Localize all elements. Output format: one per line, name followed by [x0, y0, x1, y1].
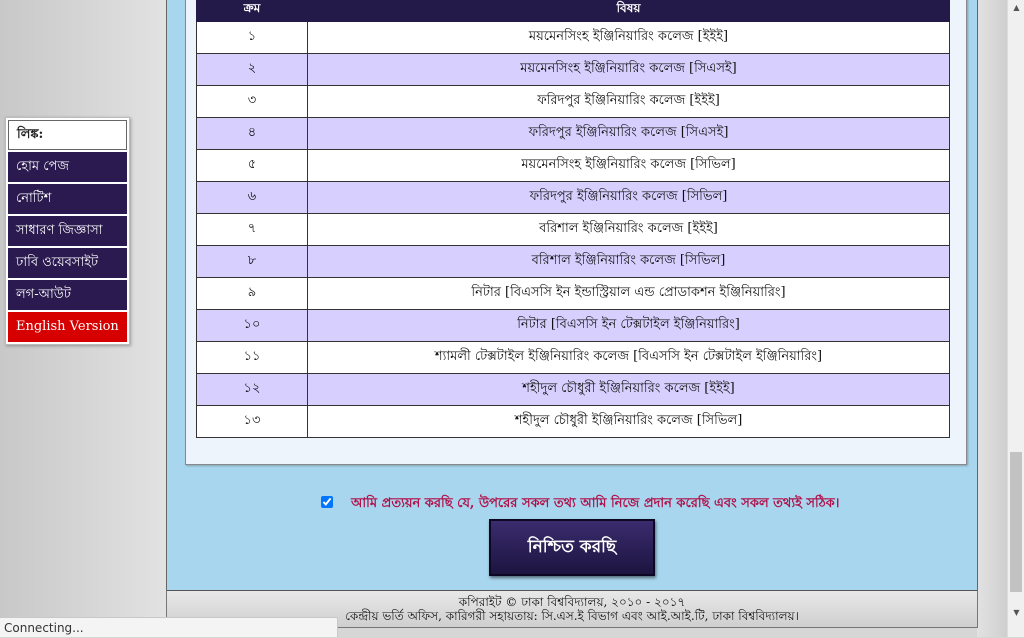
- serial-cell: ১১: [196, 341, 308, 374]
- scroll-thumb[interactable]: [1010, 452, 1022, 592]
- link-du-website[interactable]: ঢাবি ওয়েবসাইট: [8, 248, 127, 278]
- link-english-version[interactable]: English Version: [8, 312, 127, 342]
- subject-table-container: ক্রম বিষয় ১ ময়মেনসিংহ ইঞ্জিনিয়ারিং কল…: [185, 0, 967, 465]
- subject-cell: শহীদুল চৌধুরী ইঞ্জিনিয়ারিং কলেজ [ইইই]: [307, 373, 950, 406]
- serial-cell: ৯: [196, 277, 308, 310]
- table-row: ৪ ফরিদপুর ইঞ্জিনিয়ারিং কলেজ [সিএসই]: [196, 117, 950, 150]
- confirm-submit-button[interactable]: নিশ্চিত করছি: [489, 519, 655, 576]
- table-row: ১ ময়মেনসিংহ ইঞ্জিনিয়ারিং কলেজ [ইইই]: [196, 21, 950, 54]
- table-row: ১৩ শহীদুল চৌধুরী ইঞ্জিনিয়ারিং কলেজ [সিভ…: [196, 405, 950, 438]
- table-row: ৬ ফরিদপুর ইঞ্জিনিয়ারিং কলেজ [সিভিল]: [196, 181, 950, 214]
- right-background: [977, 0, 1007, 637]
- serial-cell: ৭: [196, 213, 308, 246]
- subject-cell: ময়মেনসিংহ ইঞ্জিনিয়ারিং কলেজ [সিএসই]: [307, 53, 950, 86]
- link-faq[interactable]: সাধারণ জিজ্ঞাসা: [8, 216, 127, 246]
- table-row: ৮ বরিশাল ইঞ্জিনিয়ারিং কলেজ [সিভিল]: [196, 245, 950, 278]
- link-home[interactable]: হোম পেজ: [8, 152, 127, 182]
- subject-cell: বরিশাল ইঞ্জিনিয়ারিং কলেজ [সিভিল]: [307, 245, 950, 278]
- subject-table: ক্রম বিষয় ১ ময়মেনসিংহ ইঞ্জিনিয়ারিং কল…: [196, 0, 950, 438]
- serial-cell: ৬: [196, 181, 308, 214]
- subject-cell: শ্যামলী টেক্সটাইল ইঞ্জিনিয়ারিং কলেজ [বি…: [307, 341, 950, 374]
- copyright-text: কপিরাইট © ঢাকা বিশ্ববিদ্যালয়, ২০১০ - ২০…: [458, 595, 686, 609]
- links-title: লিঙ্ক:: [8, 120, 127, 150]
- serial-cell: ১০: [196, 309, 308, 342]
- serial-cell: ১৩: [196, 405, 308, 438]
- scroll-up-arrow-icon[interactable]: ▲: [1008, 0, 1024, 16]
- confirmation-text: আমি প্রত্যয়ন করছি যে, উপরের সকল তথ্য আম…: [351, 496, 840, 511]
- serial-cell: ২: [196, 53, 308, 86]
- serial-cell: ১: [196, 21, 308, 54]
- subject-cell: ফরিদপুর ইঞ্জিনিয়ারিং কলেজ [সিভিল]: [307, 181, 950, 214]
- serial-cell: ৩: [196, 85, 308, 118]
- subject-cell: ফরিদপুর ইঞ্জিনিয়ারিং কলেজ [সিএসই]: [307, 117, 950, 150]
- table-row: ১১ শ্যামলী টেক্সটাইল ইঞ্জিনিয়ারিং কলেজ …: [196, 341, 950, 374]
- table-row: ৫ ময়মেনসিংহ ইঞ্জিনিয়ারিং কলেজ [সিভিল]: [196, 149, 950, 182]
- subject-cell: বরিশাল ইঞ্জিনিয়ারিং কলেজ [ইইই]: [307, 213, 950, 246]
- subject-cell: ময়মেনসিংহ ইঞ্জিনিয়ারিং কলেজ [সিভিল]: [307, 149, 950, 182]
- serial-cell: ১২: [196, 373, 308, 406]
- table-row: ৩ ফরিদপুর ইঞ্জিনিয়ারিং কলেজ [ইইই]: [196, 85, 950, 118]
- confirmation-row[interactable]: আমি প্রত্যয়ন করছি যে, উপরের সকল তথ্য আম…: [317, 493, 877, 513]
- link-notice[interactable]: নোটিশ: [8, 184, 127, 214]
- subject-cell: শহীদুল চৌধুরী ইঞ্জিনিয়ারিং কলেজ [সিভিল]: [307, 405, 950, 438]
- subject-cell: নিটার [বিএসসি ইন টেক্সটাইল ইঞ্জিনিয়ারিং…: [307, 309, 950, 342]
- table-header-row: ক্রম বিষয়: [196, 0, 950, 22]
- serial-header: ক্রম: [196, 0, 308, 22]
- subject-cell: ফরিদপুর ইঞ্জিনিয়ারিং কলেজ [ইইই]: [307, 85, 950, 118]
- table-row: ২ ময়মেনসিংহ ইঞ্জিনিয়ারিং কলেজ [সিএসই]: [196, 53, 950, 86]
- table-row: ১০ নিটার [বিএসসি ইন টেক্সটাইল ইঞ্জিনিয়া…: [196, 309, 950, 342]
- main-content: ক্রম বিষয় ১ ময়মেনসিংহ ইঞ্জিনিয়ারিং কল…: [166, 0, 978, 590]
- scroll-down-arrow-icon[interactable]: ▼: [1008, 605, 1024, 621]
- confirmation-checkbox[interactable]: [321, 496, 333, 508]
- serial-cell: ৫: [196, 149, 308, 182]
- subject-cell: ময়মেনসিংহ ইঞ্জিনিয়ারিং কলেজ [ইইই]: [307, 21, 950, 54]
- table-row: ১২ শহীদুল চৌধুরী ইঞ্জিনিয়ারিং কলেজ [ইইই…: [196, 373, 950, 406]
- subject-cell: নিটার [বিএসসি ইন ইন্ডাস্ট্রিয়াল এন্ড প্…: [307, 277, 950, 310]
- vertical-scrollbar[interactable]: ▲ ▼: [1007, 0, 1024, 637]
- serial-cell: ৪: [196, 117, 308, 150]
- status-bar: Connecting...: [0, 617, 338, 637]
- link-logout[interactable]: লগ-আউট: [8, 280, 127, 310]
- table-row: ৭ বরিশাল ইঞ্জিনিয়ারিং কলেজ [ইইই]: [196, 213, 950, 246]
- table-row: ৯ নিটার [বিএসসি ইন ইন্ডাস্ট্রিয়াল এন্ড …: [196, 277, 950, 310]
- links-panel: লিঙ্ক: হোম পেজ নোটিশ সাধারণ জিজ্ঞাসা ঢাব…: [5, 117, 130, 345]
- subject-header: বিষয়: [307, 0, 950, 22]
- serial-cell: ৮: [196, 245, 308, 278]
